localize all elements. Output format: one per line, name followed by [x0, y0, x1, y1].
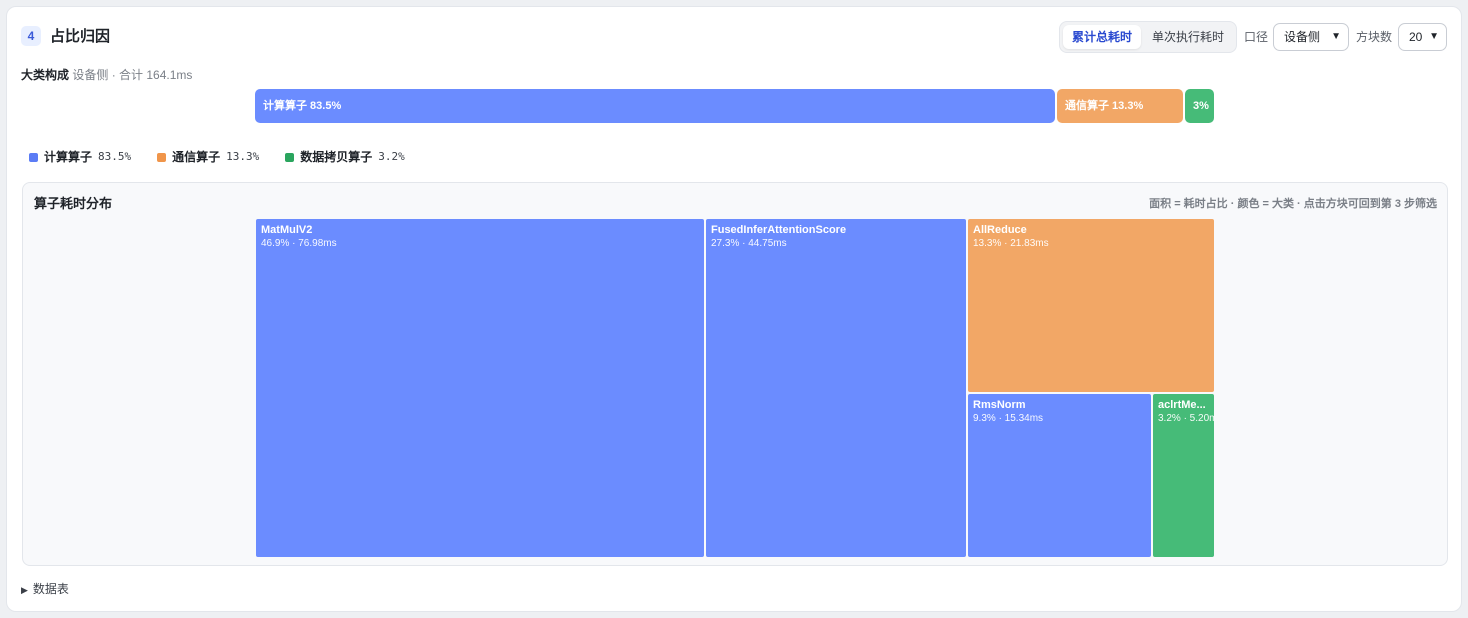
attribution-card: 4 占比归因 累计总耗时 单次执行耗时 口径 设备侧 ▼ 方块数 20 ▼ 大类…: [6, 6, 1462, 612]
mode-toggle: 累计总耗时 单次执行耗时: [1059, 21, 1237, 53]
blocks-label: 方块数: [1356, 30, 1393, 44]
tile-name: FusedInferAttentionScore: [711, 224, 847, 236]
treemap-tile-rmsnorm[interactable]: RmsNorm 9.3% · 15.34ms: [968, 394, 1151, 557]
treemap-title: 算子耗时分布: [34, 196, 113, 211]
tile-name: RmsNorm: [973, 399, 1026, 411]
blocks-select[interactable]: 20 ▼: [1398, 23, 1447, 51]
legend-swatch: [29, 152, 38, 162]
chevron-down-icon: ▼: [1331, 31, 1341, 42]
legend-pct: 3.2%: [378, 150, 405, 163]
treemap: MatMulV2 46.9% · 76.98ms FusedInferAtten…: [256, 219, 1214, 557]
tile-meta: 3.2% · 5.20ms: [1158, 413, 1214, 424]
category-stacked-bar: 计算算子 83.5% 通信算子 13.3% 3%: [255, 89, 1215, 123]
treemap-tile-allreduce[interactable]: AllReduce 13.3% · 21.83ms: [968, 219, 1214, 392]
legend-item-comm: 通信算子 13.3%: [157, 149, 259, 165]
data-table-toggle[interactable]: ▶ 数据表: [21, 581, 69, 598]
legend-pct: 83.5%: [98, 150, 132, 163]
legend-name: 数据拷贝算子: [300, 150, 373, 164]
legend-pct: 13.3%: [226, 150, 260, 163]
blocks-select-value: 20: [1409, 30, 1423, 44]
tile-name: AllReduce: [973, 224, 1027, 236]
tile-name: MatMulV2: [261, 224, 313, 236]
tile-meta: 9.3% · 15.34ms: [973, 413, 1044, 424]
category-title: 大类构成: [21, 68, 70, 82]
scope-select[interactable]: 设备侧 ▼: [1273, 23, 1349, 51]
caret-right-icon: ▶: [21, 585, 28, 595]
stack-segment-copy[interactable]: 3%: [1185, 89, 1214, 123]
tile-meta: 27.3% · 44.75ms: [711, 238, 787, 249]
category-meta: 设备侧 · 合计 164.1ms: [72, 68, 193, 82]
tile-meta: 13.3% · 21.83ms: [973, 238, 1049, 249]
legend-name: 计算算子: [44, 150, 93, 164]
category-heading: 大类构成 设备侧 · 合计 164.1ms: [21, 67, 192, 83]
treemap-note: 面积 = 耗时占比 · 颜色 = 大类 · 点击方块可回到第 3 步筛选: [1149, 198, 1437, 210]
scope-select-value: 设备侧: [1284, 30, 1321, 44]
legend-item-copy: 数据拷贝算子 3.2%: [285, 149, 405, 165]
stack-segment-compute[interactable]: 计算算子 83.5%: [255, 89, 1055, 123]
page-title: 占比归因: [50, 28, 111, 45]
tile-meta: 46.9% · 76.98ms: [261, 238, 337, 249]
tab-single-exec-time[interactable]: 单次执行耗时: [1143, 25, 1233, 49]
chevron-down-icon: ▼: [1429, 31, 1439, 42]
treemap-panel: 算子耗时分布 面积 = 耗时占比 · 颜色 = 大类 · 点击方块可回到第 3 …: [22, 182, 1448, 566]
legend-swatch: [157, 152, 167, 162]
treemap-tile-matmulv2[interactable]: MatMulV2 46.9% · 76.98ms: [256, 219, 704, 557]
legend-name: 通信算子: [172, 150, 221, 164]
step-badge: 4: [21, 26, 41, 46]
category-legend: 计算算子 83.5% 通信算子 13.3% 数据拷贝算子 3.2%: [29, 149, 405, 165]
treemap-tile-fusedinferattentionscore[interactable]: FusedInferAttentionScore 27.3% · 44.75ms: [706, 219, 966, 557]
data-table-label: 数据表: [32, 582, 69, 596]
tab-cumulative-time[interactable]: 累计总耗时: [1063, 25, 1142, 49]
legend-item-compute: 计算算子 83.5%: [29, 149, 131, 165]
tile-name: aclrtMe...: [1158, 399, 1206, 411]
treemap-tile-aclrtmemcpy[interactable]: aclrtMe... 3.2% · 5.20ms: [1153, 394, 1214, 557]
legend-swatch: [285, 152, 295, 162]
stack-segment-comm[interactable]: 通信算子 13.3%: [1057, 89, 1183, 123]
scope-label: 口径: [1244, 30, 1269, 44]
